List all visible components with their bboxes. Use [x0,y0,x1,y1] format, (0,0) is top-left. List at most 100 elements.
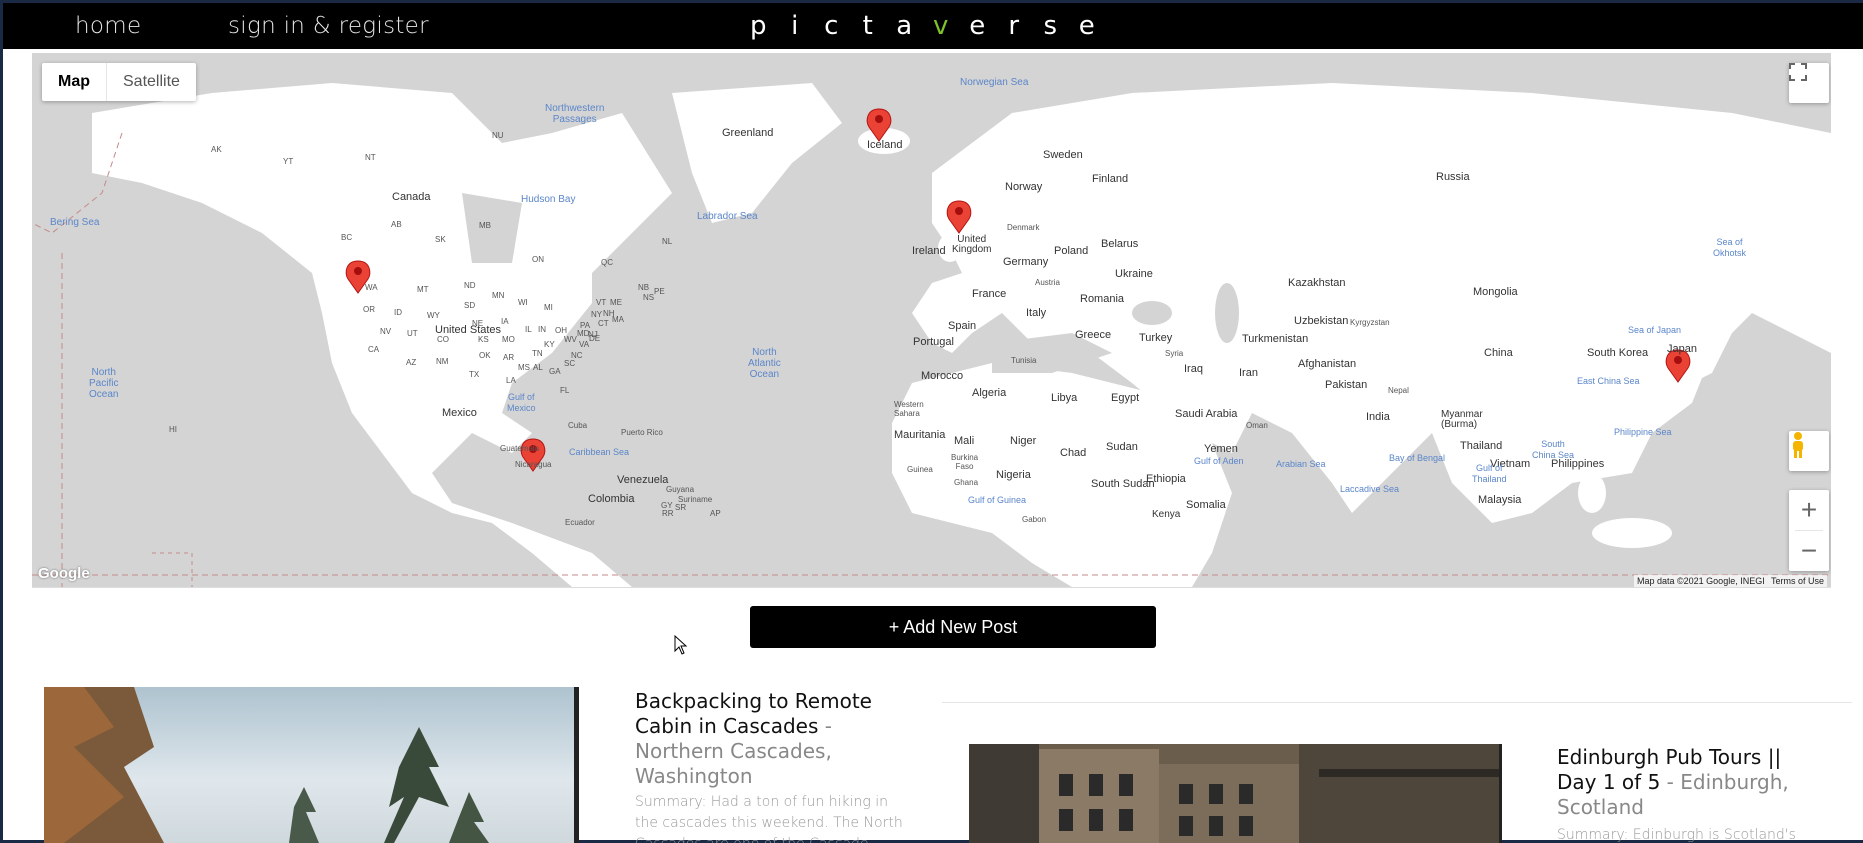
map-region-label: MT [417,285,429,294]
logo-letter: t [862,11,873,41]
map-label: Iran [1239,367,1258,379]
fullscreen-button[interactable] [1789,63,1829,103]
post-title-1[interactable]: Backpacking to Remote Cabin in Cascades … [635,689,905,789]
map-label: Kenya [1152,509,1181,520]
street-view-pegman-button[interactable] [1789,431,1829,471]
map-label: Cuba [568,421,588,430]
map-terms-link[interactable]: Terms of Use [1768,575,1828,587]
map-region-label: HI [169,425,177,434]
map-label: Guyana [666,485,695,494]
map-region-label: MB [479,221,491,230]
map-label: Nicaragua [515,460,552,469]
map-water-label: Gulf of Thailand [1472,463,1507,484]
map-label: Oman [1246,421,1268,430]
map-region-label: MN [492,291,505,300]
post-summary-1: Summary: Had a ton of fun hiking in the … [635,794,903,843]
add-new-post-button[interactable]: + Add New Post [750,606,1156,648]
map-water-label: Gulf of Aden [1194,456,1244,466]
map-water-label: Gulf of Mexico [507,392,536,413]
map-label: Mali [954,435,975,447]
map-label: Mongolia [1473,286,1518,298]
map-label: United Kingdom [952,234,992,255]
map-label: Nepal [1388,386,1409,395]
map-region-label: ID [394,308,402,317]
map-region-label: GA [549,367,561,376]
zoom-out-button[interactable]: − [1789,531,1829,571]
map-label: Canada [392,191,431,203]
post-image[interactable] [44,687,579,843]
map-region-label: AK [211,145,222,154]
map-label: Colombia [588,493,635,505]
nav-home-link[interactable]: home [75,13,141,39]
map-region-label: ME [610,298,622,307]
map-water-label: Bay of Bengal [1389,453,1446,463]
map-water-label: Norwegian Sea [960,77,1029,88]
map-type-satellite-button[interactable]: Satellite [106,63,196,101]
map-type-map-button[interactable]: Map [42,63,106,101]
mouse-cursor-icon [674,635,688,655]
map-label: Germany [1003,256,1049,268]
map-label: Iceland [867,139,903,151]
plus-icon: + [1800,494,1818,525]
map-region-label: VA [579,340,590,349]
map-label: France [972,288,1007,300]
map-region-label: KY [544,340,555,349]
logo-letter: a [896,11,913,41]
map-label: Pakistan [1325,379,1368,391]
map-label: Japan [1667,343,1697,355]
map-label: Yemen [1204,443,1238,455]
map-label: Spain [948,320,977,332]
map-label: Guinea [907,465,933,474]
map-region-label: NE [472,319,484,328]
map-region-label: RR [662,509,674,518]
map-region-label: AB [391,220,402,229]
map-water-label: Northwestern Passages [545,103,605,125]
page: home sign in & register p i c t a v e r … [3,3,1863,843]
map-water-label: North Pacific Ocean [89,367,119,400]
map-water-label: Philippine Sea [1614,427,1672,437]
map-label: Morocco [921,370,964,382]
map-label: Saudi Arabia [1175,408,1238,420]
map-water-label: Gulf of Guinea [968,495,1027,505]
map-label: Chad [1060,447,1087,459]
map-label: Sudan [1106,441,1138,453]
logo-letter: e [969,11,986,41]
map-region-label: ND [464,281,476,290]
map-label: Ireland [912,245,946,257]
post-location: Northern Cascades, Washington [635,739,832,788]
map-region-label: NT [365,153,376,162]
map-label: Somalia [1186,499,1226,511]
map-region-label: CT [598,319,609,328]
map-label: Turkey [1139,332,1173,344]
logo-letter-accent: v [933,11,949,41]
pegman-icon [1793,432,1803,458]
map-region-label: OH [555,326,567,335]
map-label: Portugal [913,336,954,348]
map-label: Nigeria [996,469,1031,481]
map-water-label: Sea of Okhotsk [1713,237,1747,258]
map-label: Ghana [954,478,979,487]
post-image[interactable] [969,744,1502,843]
map-label: Finland [1092,173,1129,185]
logo-letter: r [1008,11,1020,41]
map-label: Greece [1075,329,1112,341]
map-region-label: NB [638,283,650,292]
map-region-label: KS [478,335,489,344]
site-logo[interactable]: p i c t a v e r s e [740,11,1105,41]
map-region-label: OK [479,351,491,360]
map-type-control: Map Satellite [42,63,196,101]
map-water-label: Caribbean Sea [569,447,630,457]
world-map[interactable]: Greenland Iceland Russia Canada Sweden N… [32,53,1831,588]
map-region-label: ON [532,255,544,264]
map-region-label: NS [643,293,655,302]
map-label: Syria [1165,349,1184,358]
map-label: Myanmar (Burma) [1441,409,1483,430]
map-region-label: NM [436,357,449,366]
post-title-2[interactable]: Edinburgh Pub Tours || Day 1 of 5 - Edin… [1557,745,1827,820]
logo-letter: e [1078,11,1095,41]
nav-signin-register-link[interactable]: sign in & register [228,13,429,39]
zoom-in-button[interactable]: + [1789,490,1829,530]
map-region-label: MI [544,303,553,312]
map-label: Norway [1005,181,1043,193]
map-label: Burkina Faso [951,453,979,471]
